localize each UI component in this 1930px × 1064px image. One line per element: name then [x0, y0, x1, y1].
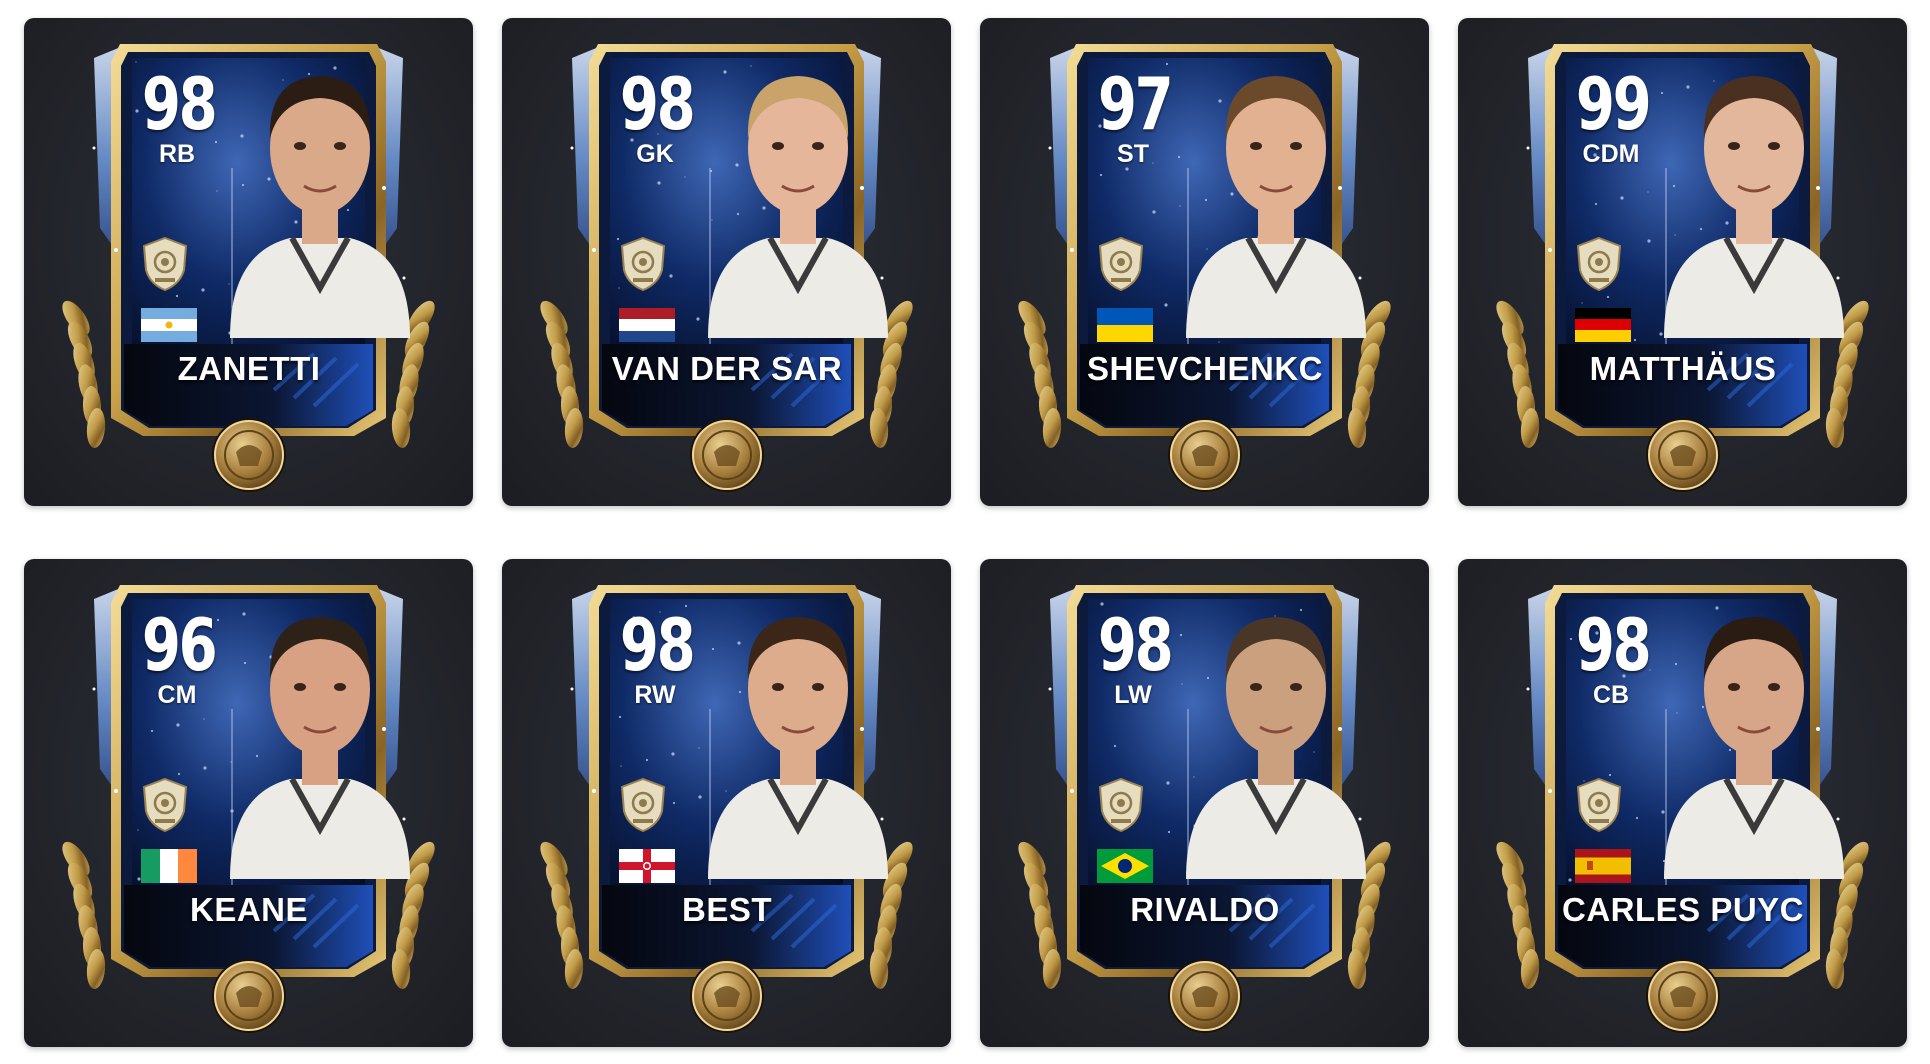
- player-position: ST: [1117, 140, 1149, 168]
- player-rating: 98: [619, 62, 696, 146]
- icon-badge-icon: [1576, 777, 1622, 833]
- player-position: CB: [1592, 681, 1630, 709]
- player-portrait: [230, 617, 410, 879]
- icon-medal-icon: [1168, 418, 1242, 492]
- player-card[interactable]: 98 CB CARLES PUYC: [1458, 559, 1907, 1047]
- icon-badge-icon: [142, 236, 188, 292]
- flag-icon: [619, 308, 675, 342]
- player-rating: 99: [1575, 62, 1652, 146]
- player-card[interactable]: 98 RB ZANETTI: [24, 18, 473, 506]
- player-rating: 98: [1575, 603, 1652, 687]
- player-rating: 98: [1097, 603, 1174, 687]
- flag-icon: [619, 849, 675, 883]
- player-rating: 96: [141, 603, 218, 687]
- icon-medal-icon: [1646, 418, 1720, 492]
- icon-medal-icon: [212, 418, 286, 492]
- player-name: MATTHÄUS: [1589, 350, 1777, 387]
- icon-badge-icon: [142, 777, 188, 833]
- player-position: RW: [634, 681, 676, 709]
- player-card[interactable]: 96 CM KEANE: [24, 559, 473, 1047]
- flag-icon: [1575, 308, 1631, 342]
- player-portrait: [1186, 617, 1366, 879]
- player-position: CDM: [1582, 140, 1640, 168]
- player-position: GK: [636, 140, 674, 168]
- player-portrait: [708, 617, 888, 879]
- player-card[interactable]: 98 RW BEST: [502, 559, 951, 1047]
- flag-icon: [141, 849, 197, 883]
- flag-icon: [141, 308, 197, 342]
- player-card[interactable]: 98 GK VAN DER SAR: [502, 18, 951, 506]
- player-name: VAN DER SAR: [611, 350, 843, 387]
- player-name: SHEVCHENKC: [1086, 350, 1324, 387]
- player-rating: 97: [1097, 62, 1174, 146]
- player-position: LW: [1114, 681, 1152, 709]
- flag-icon: [1575, 849, 1631, 883]
- icon-medal-icon: [690, 418, 764, 492]
- player-position: CM: [157, 681, 197, 709]
- card-grid: 98 RB ZANETTI 98 GK VAN DER SAR 97 ST SH…: [24, 18, 1907, 1047]
- player-position: RB: [158, 140, 196, 168]
- icon-medal-icon: [1168, 959, 1242, 1033]
- player-card[interactable]: 98 LW RIVALDO: [980, 559, 1429, 1047]
- player-portrait: [1664, 617, 1844, 879]
- player-name: RIVALDO: [1130, 891, 1280, 928]
- player-rating: 98: [619, 603, 696, 687]
- flag-icon: [1097, 849, 1153, 883]
- player-rating: 98: [141, 62, 218, 146]
- icon-medal-icon: [1646, 959, 1720, 1033]
- player-card[interactable]: 97 ST SHEVCHENKC: [980, 18, 1429, 506]
- player-portrait: [708, 76, 888, 338]
- icon-badge-icon: [620, 777, 666, 833]
- player-name: KEANE: [189, 891, 309, 928]
- flag-icon: [1097, 308, 1153, 342]
- icon-badge-icon: [1098, 777, 1144, 833]
- player-portrait: [1664, 76, 1844, 338]
- icon-badge-icon: [1576, 236, 1622, 292]
- icon-medal-icon: [212, 959, 286, 1033]
- player-card[interactable]: 99 CDM MATTHÄUS: [1458, 18, 1907, 506]
- player-portrait: [1186, 76, 1366, 338]
- player-name: ZANETTI: [177, 350, 321, 387]
- icon-medal-icon: [690, 959, 764, 1033]
- player-name: BEST: [681, 891, 772, 928]
- icon-badge-icon: [620, 236, 666, 292]
- icon-badge-icon: [1098, 236, 1144, 292]
- player-name: CARLES PUYC: [1561, 891, 1805, 928]
- player-portrait: [230, 76, 410, 338]
